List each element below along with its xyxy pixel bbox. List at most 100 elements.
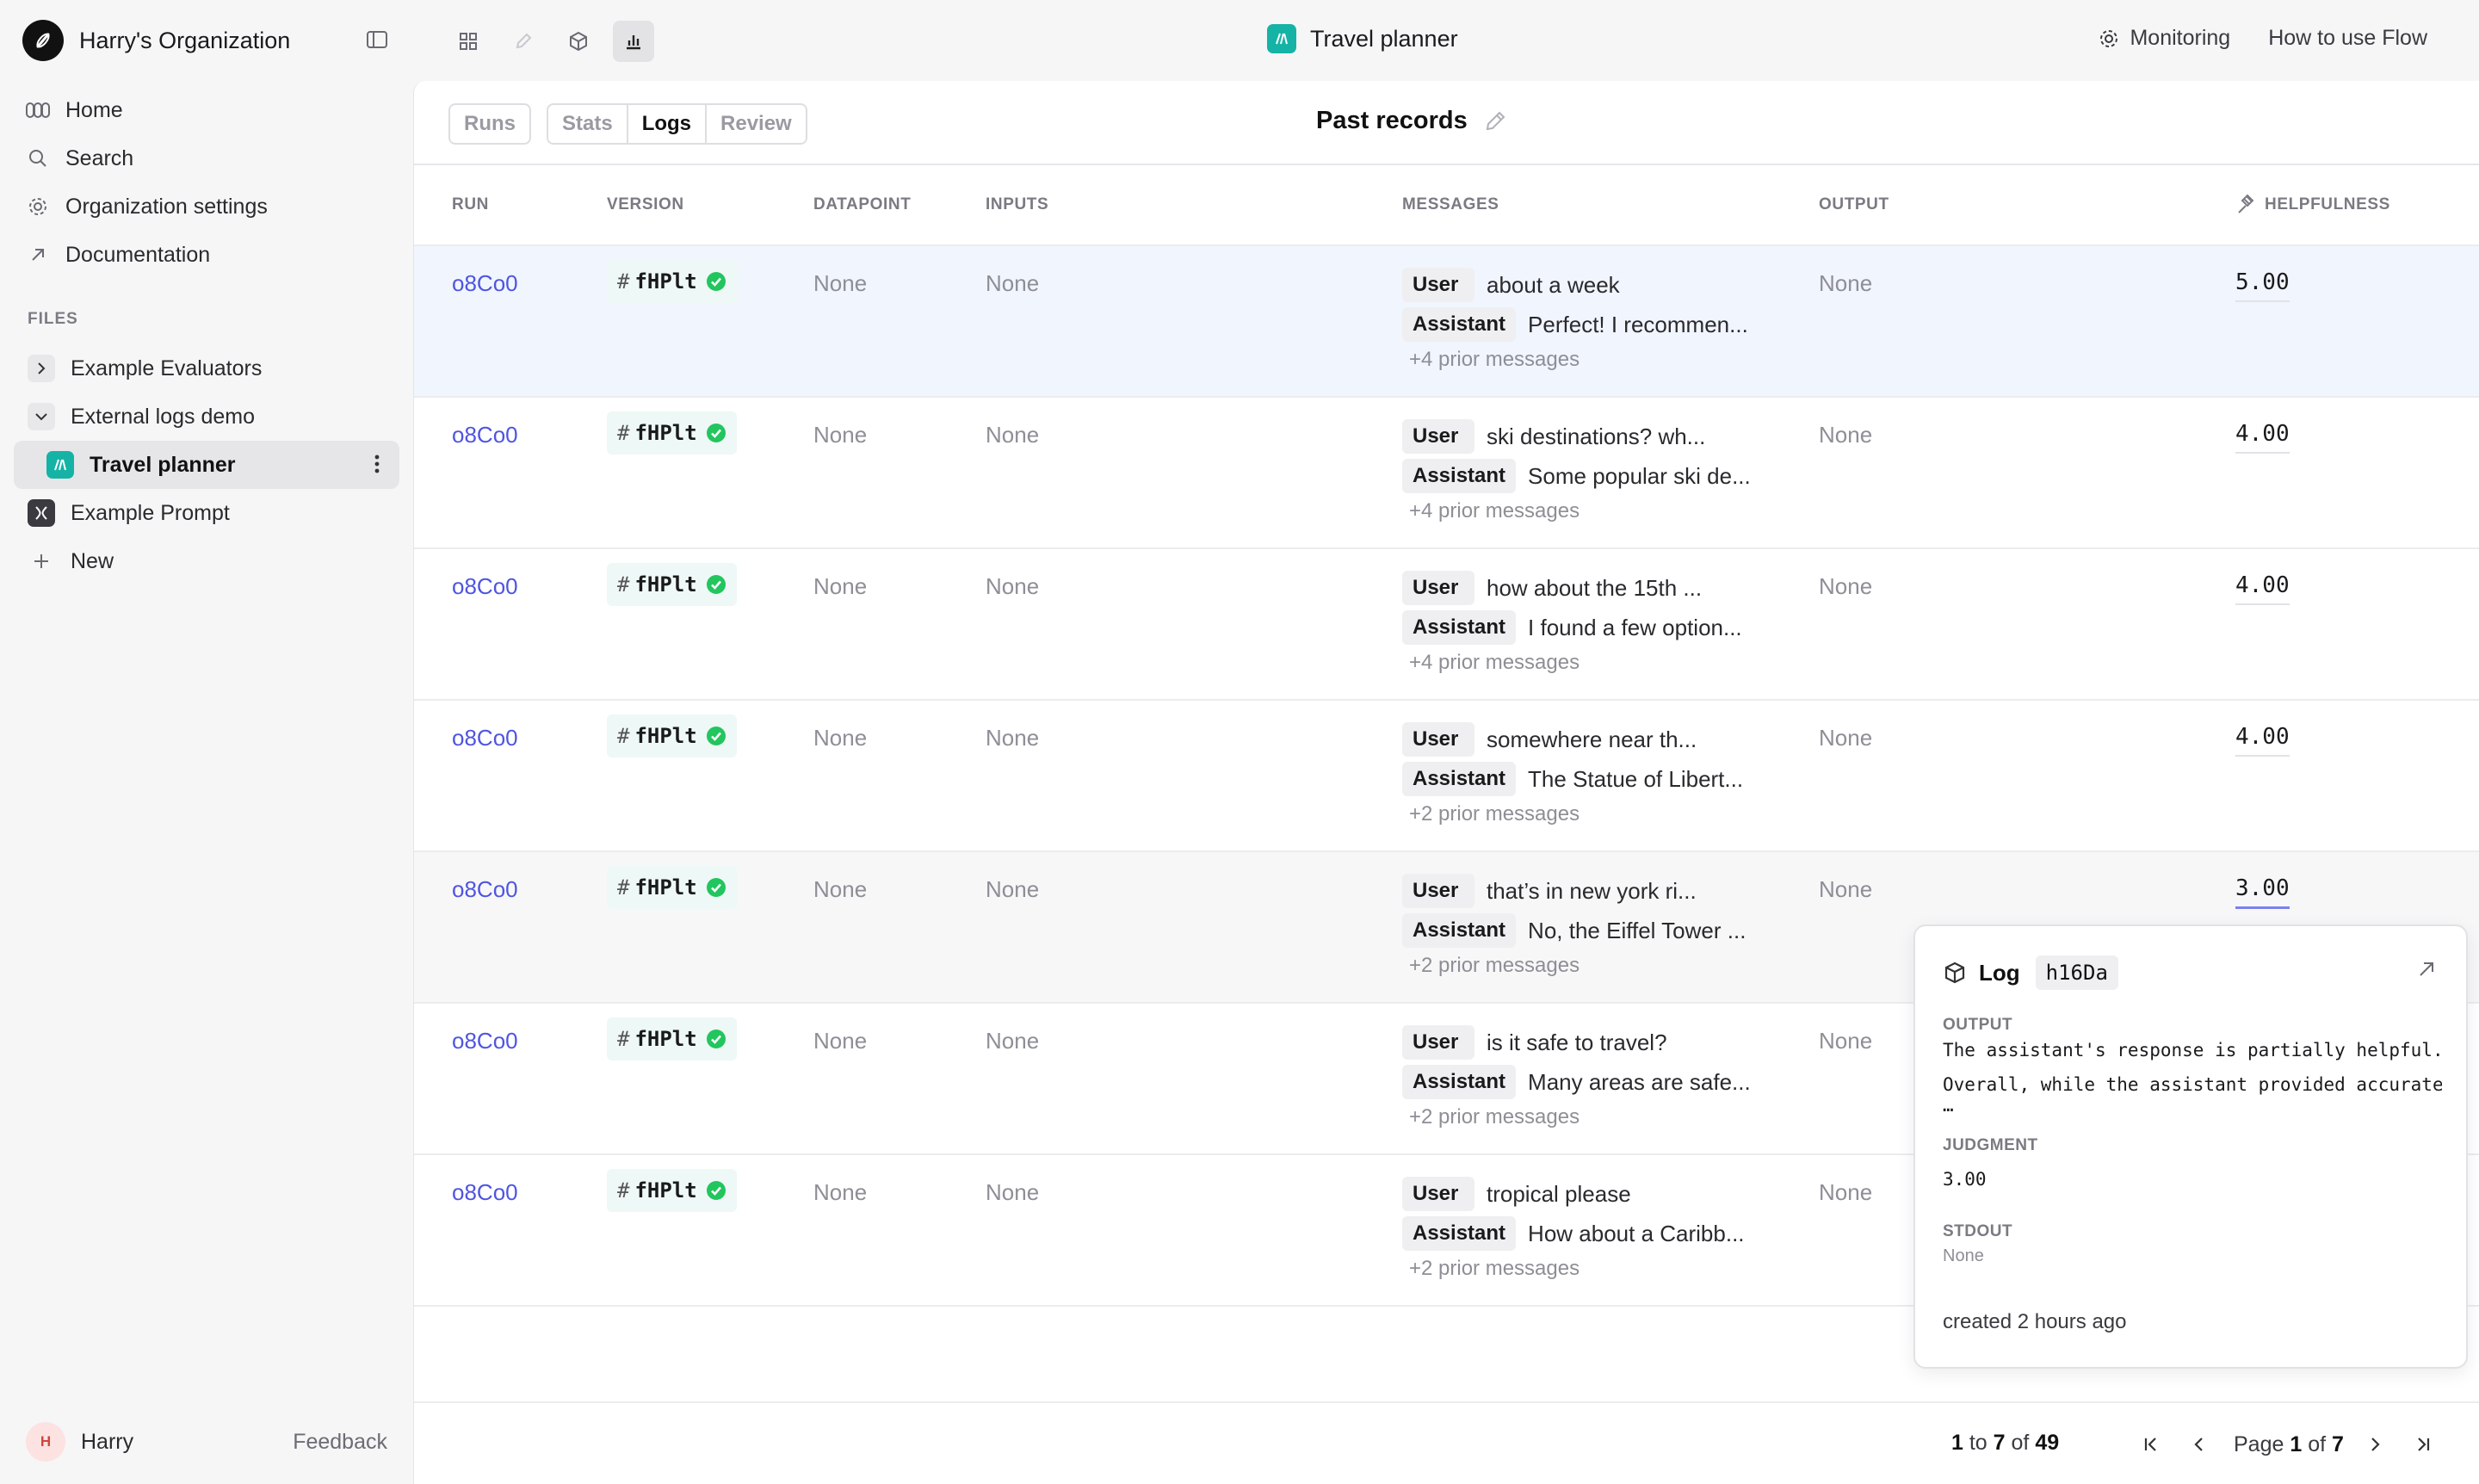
- prev-page-icon[interactable]: [2182, 1427, 2216, 1462]
- helpfulness-score[interactable]: 3.00: [2235, 875, 2290, 909]
- helpfulness-score[interactable]: 4.00: [2235, 420, 2290, 454]
- pencil-icon[interactable]: [503, 21, 544, 62]
- hash-icon: #: [617, 1027, 630, 1051]
- messages-cell[interactable]: User about a week Assistant Perfect! I reco…: [1402, 265, 1748, 372]
- messages-cell[interactable]: User how about the 15th ... Assistant I fou…: [1402, 568, 1742, 675]
- col-datapoint[interactable]: DATAPOINT: [813, 165, 911, 244]
- version-badge[interactable]: # fHPlt: [607, 1169, 737, 1212]
- col-run[interactable]: RUN: [452, 165, 489, 244]
- col-messages[interactable]: MESSAGES: [1402, 165, 1499, 244]
- table-row[interactable]: o8Co0 # fHPlt None None User how about the 15t…: [414, 547, 2479, 699]
- col-inputs[interactable]: INPUTS: [986, 165, 1048, 244]
- helpfulness-score[interactable]: 4.00: [2235, 723, 2290, 757]
- check-circle-icon: [706, 1180, 726, 1201]
- messages-cell[interactable]: User is it safe to travel? Assistant Many a…: [1402, 1023, 1751, 1129]
- run-link[interactable]: o8Co0: [452, 1179, 518, 1206]
- gear-icon: [26, 195, 50, 219]
- tree-item-example-evaluators[interactable]: Example Evaluators: [14, 344, 399, 393]
- how-to-link[interactable]: How to use Flow: [2268, 26, 2427, 51]
- bar-chart-icon[interactable]: [613, 21, 654, 62]
- assistant-message: The Statue of Libert...: [1528, 765, 1744, 792]
- messages-cell[interactable]: User somewhere near th... Assistant The Sta…: [1402, 720, 1743, 826]
- tree-item-new[interactable]: New: [14, 537, 399, 585]
- prior-messages: +2 prior messages: [1409, 1105, 1580, 1128]
- user-message: that’s in new york ri...: [1487, 877, 1697, 904]
- grid-icon[interactable]: [448, 21, 489, 62]
- datapoint-cell: None: [813, 422, 868, 448]
- helpfulness-score[interactable]: 5.00: [2235, 269, 2290, 302]
- user-message: somewhere near th...: [1487, 726, 1697, 752]
- datapoint-cell: None: [813, 1179, 868, 1205]
- runs-tab-group: Runs: [448, 103, 531, 145]
- run-link[interactable]: o8Co0: [452, 422, 518, 448]
- tab-stats[interactable]: Stats: [548, 105, 627, 143]
- nav-home[interactable]: Home: [26, 86, 396, 134]
- count-from: 1: [1951, 1431, 1963, 1455]
- version-badge[interactable]: # fHPlt: [607, 866, 737, 909]
- nav-home-label: Home: [65, 97, 123, 122]
- messages-cell[interactable]: User tropical please Assistant How about a …: [1402, 1174, 1745, 1281]
- version-badge[interactable]: # fHPlt: [607, 411, 737, 454]
- run-link[interactable]: o8Co0: [452, 573, 518, 600]
- run-link[interactable]: o8Co0: [452, 876, 518, 903]
- col-version[interactable]: VERSION: [607, 165, 684, 244]
- run-link[interactable]: o8Co0: [452, 1028, 518, 1054]
- sidebar-toggle-icon[interactable]: [365, 28, 391, 53]
- output-ellipsis: …: [1943, 1095, 1954, 1116]
- page-current: 1: [2290, 1431, 2303, 1456]
- check-circle-icon: [706, 1029, 726, 1049]
- last-page-icon[interactable]: [2406, 1427, 2440, 1462]
- open-external-icon[interactable]: [2416, 959, 2437, 984]
- messages-cell[interactable]: User that’s in new york ri... Assistant No,…: [1402, 871, 1746, 978]
- nav-org-settings[interactable]: Organization settings: [26, 182, 396, 231]
- edit-pencil-icon[interactable]: [1483, 109, 1507, 133]
- table-row[interactable]: o8Co0 # fHPlt None None User ski destinations?…: [414, 396, 2479, 547]
- page-total: 7: [2332, 1431, 2344, 1456]
- table-row[interactable]: o8Co0 # fHPlt None None User about a week Assis…: [414, 244, 2479, 396]
- org-switcher[interactable]: Harry's Organization: [22, 19, 290, 62]
- version-badge[interactable]: # fHPlt: [607, 714, 737, 757]
- tree-item-label: Example Prompt: [71, 500, 230, 525]
- tree-item-travel-planner[interactable]: Travel planner: [14, 441, 399, 489]
- tab-runs[interactable]: Runs: [450, 105, 529, 143]
- role-user-badge: User: [1402, 571, 1474, 605]
- col-output[interactable]: OUTPUT: [1819, 165, 1889, 244]
- log-id-badge[interactable]: h16Da: [2035, 955, 2118, 990]
- stdout-value: None: [1943, 1246, 1984, 1265]
- version-badge[interactable]: # fHPlt: [607, 1017, 737, 1060]
- messages-cell[interactable]: User ski destinations? wh... Assistant Some…: [1402, 417, 1751, 523]
- user-message: is it safe to travel?: [1487, 1029, 1667, 1055]
- chevron-right-icon[interactable]: [28, 355, 55, 382]
- more-options-icon[interactable]: [374, 453, 380, 481]
- version-badge[interactable]: # fHPlt: [607, 563, 737, 606]
- output-cell: None: [1819, 725, 1873, 751]
- next-page-icon[interactable]: [2358, 1427, 2392, 1462]
- tab-review[interactable]: Review: [705, 105, 806, 143]
- assistant-message: How about a Caribb...: [1528, 1220, 1745, 1246]
- tree-item-example-prompt[interactable]: Example Prompt: [14, 489, 399, 537]
- cube-icon[interactable]: [558, 21, 599, 62]
- prior-messages: +4 prior messages: [1409, 348, 1580, 371]
- table-row[interactable]: o8Co0 # fHPlt None None User somewhere near th…: [414, 699, 2479, 850]
- run-link[interactable]: o8Co0: [452, 725, 518, 751]
- count-to: 7: [1993, 1431, 2006, 1455]
- role-user-badge: User: [1402, 722, 1474, 757]
- nav-documentation[interactable]: Documentation: [26, 231, 396, 279]
- version-id: fHPlt: [634, 1178, 697, 1203]
- col-helpfulness[interactable]: HELPFULNESS: [2235, 165, 2390, 244]
- tab-logs[interactable]: Logs: [626, 105, 706, 143]
- helpfulness-score[interactable]: 4.00: [2235, 572, 2290, 605]
- first-page-icon[interactable]: [2134, 1427, 2168, 1462]
- monitoring-button[interactable]: Monitoring: [2099, 26, 2230, 51]
- nav-search[interactable]: Search: [26, 134, 396, 182]
- tree-item-external-logs-demo[interactable]: External logs demo: [14, 393, 399, 441]
- feedback-button[interactable]: Feedback: [293, 1430, 387, 1455]
- chevron-down-icon[interactable]: [28, 403, 55, 430]
- version-badge[interactable]: # fHPlt: [607, 260, 737, 303]
- datapoint-cell: None: [813, 270, 868, 296]
- run-link[interactable]: o8Co0: [452, 270, 518, 297]
- avatar[interactable]: H: [26, 1422, 65, 1462]
- flow-title: Travel planner: [1267, 24, 1458, 53]
- log-popover-header: Log h16Da: [1943, 955, 2118, 990]
- user-message: tropical please: [1487, 1180, 1631, 1207]
